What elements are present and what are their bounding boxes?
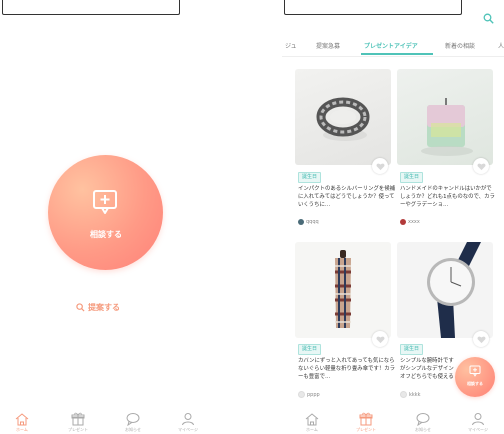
search-icon[interactable]	[483, 13, 494, 24]
heart-icon	[477, 336, 485, 343]
nav-label-mypage: マイページ	[468, 427, 488, 432]
card-tag: 誕生日	[298, 172, 322, 183]
avatar	[400, 391, 407, 398]
card-tag: 誕生日	[298, 344, 322, 355]
nav-gift-right[interactable]: プレゼント	[346, 412, 386, 434]
nav-label-home: ホーム	[16, 427, 28, 432]
nav-label-notice: お知らせ	[415, 427, 431, 432]
card-description: ハンドメイドのキャンドルはいかがでしょうか？どれも1点ものなので、カラーやグラデ…	[400, 186, 495, 208]
candle-illustration	[421, 98, 473, 156]
right-search-box[interactable]	[284, 0, 462, 15]
favorite-button-3[interactable]	[372, 331, 388, 347]
card-image-umbrella[interactable]	[295, 242, 391, 338]
nav-gift-left[interactable]: プレゼント	[58, 412, 98, 434]
card-tag: 誕生日	[400, 344, 424, 355]
favorite-button-1[interactable]	[372, 158, 388, 174]
card-description: インパクトのあるシルバーリングを候補に入れてみてはどうでしょうか？使っていくうち…	[298, 186, 396, 208]
gift-icon	[71, 412, 85, 426]
nav-label-mypage: マイページ	[178, 427, 198, 432]
nav-label-gift: プレゼント	[356, 427, 376, 432]
card-tag: 誕生日	[400, 172, 424, 183]
chat-plus-icon	[93, 190, 117, 214]
nav-home-right[interactable]: ホーム	[292, 412, 332, 434]
heart-icon	[477, 163, 485, 170]
tab-partial-right[interactable]: 人	[498, 41, 504, 50]
avatar	[298, 219, 304, 225]
gift-icon	[359, 412, 373, 426]
nav-notice-right[interactable]: お知らせ	[403, 412, 443, 434]
nav-label-home: ホーム	[306, 427, 318, 432]
consult-fab-label: 相談する	[467, 381, 483, 386]
card-image-ring[interactable]	[295, 69, 391, 165]
nav-mypage-left[interactable]: マイページ	[168, 412, 208, 434]
card-username: xxxx	[408, 219, 420, 225]
home-icon	[305, 413, 319, 426]
active-tab-indicator	[361, 53, 433, 55]
tab-new-consultations[interactable]: 新着の相談	[445, 41, 475, 50]
proposal-link-label: 提案する	[88, 302, 120, 312]
proposal-link[interactable]: 提案する	[76, 300, 120, 314]
tabs-divider	[282, 56, 504, 57]
nav-notice-left[interactable]: お知らせ	[113, 412, 153, 434]
person-icon	[472, 413, 484, 426]
ring-illustration	[316, 97, 370, 141]
chat-bubble-icon	[416, 413, 430, 426]
heart-icon	[376, 163, 384, 170]
home-icon	[15, 413, 29, 426]
card-user: xxxx	[400, 219, 420, 225]
watch-illustration	[427, 242, 481, 338]
avatar	[400, 219, 406, 225]
card-user: qqqq	[298, 219, 319, 225]
consult-fab[interactable]	[455, 357, 495, 397]
card-user: pppp	[298, 391, 320, 398]
tab-partial-left[interactable]: ジュ	[285, 41, 297, 50]
tab-proposal-urgent[interactable]: 提案急募	[316, 41, 340, 50]
card-username: qqqq	[306, 219, 319, 225]
heart-icon	[376, 336, 384, 343]
tab-present-ideas[interactable]: プレゼントアイデア	[364, 41, 418, 50]
card-image-watch[interactable]	[397, 242, 493, 338]
chat-bubble-icon	[126, 413, 140, 426]
favorite-button-4[interactable]	[473, 331, 489, 347]
left-search-box[interactable]	[2, 0, 180, 15]
person-icon	[182, 413, 194, 426]
card-description: シンプルな腕時計ですがシンプルなデザインオフどちらでも使えるのではないでしょうか…	[400, 358, 454, 380]
chat-plus-icon	[469, 365, 481, 377]
card-image-candle[interactable]	[397, 69, 493, 165]
card-username: pppp	[307, 391, 320, 398]
avatar	[298, 391, 305, 398]
card-description: カバンにずっと入れてあっても気にならないぐらい軽量な折り畳み傘です！カラーも豊富…	[298, 358, 396, 380]
search-icon	[76, 302, 85, 312]
nav-home-left[interactable]: ホーム	[2, 412, 42, 434]
umbrella-illustration	[335, 250, 351, 328]
card-username: kkkk	[409, 391, 421, 398]
favorite-button-2[interactable]	[473, 158, 489, 174]
nav-label-notice: お知らせ	[125, 427, 141, 432]
consult-button-label: 相談する	[90, 230, 122, 239]
nav-label-gift: プレゼント	[68, 427, 88, 432]
nav-mypage-right[interactable]: マイページ	[458, 412, 498, 434]
card-user: kkkk	[400, 391, 421, 398]
